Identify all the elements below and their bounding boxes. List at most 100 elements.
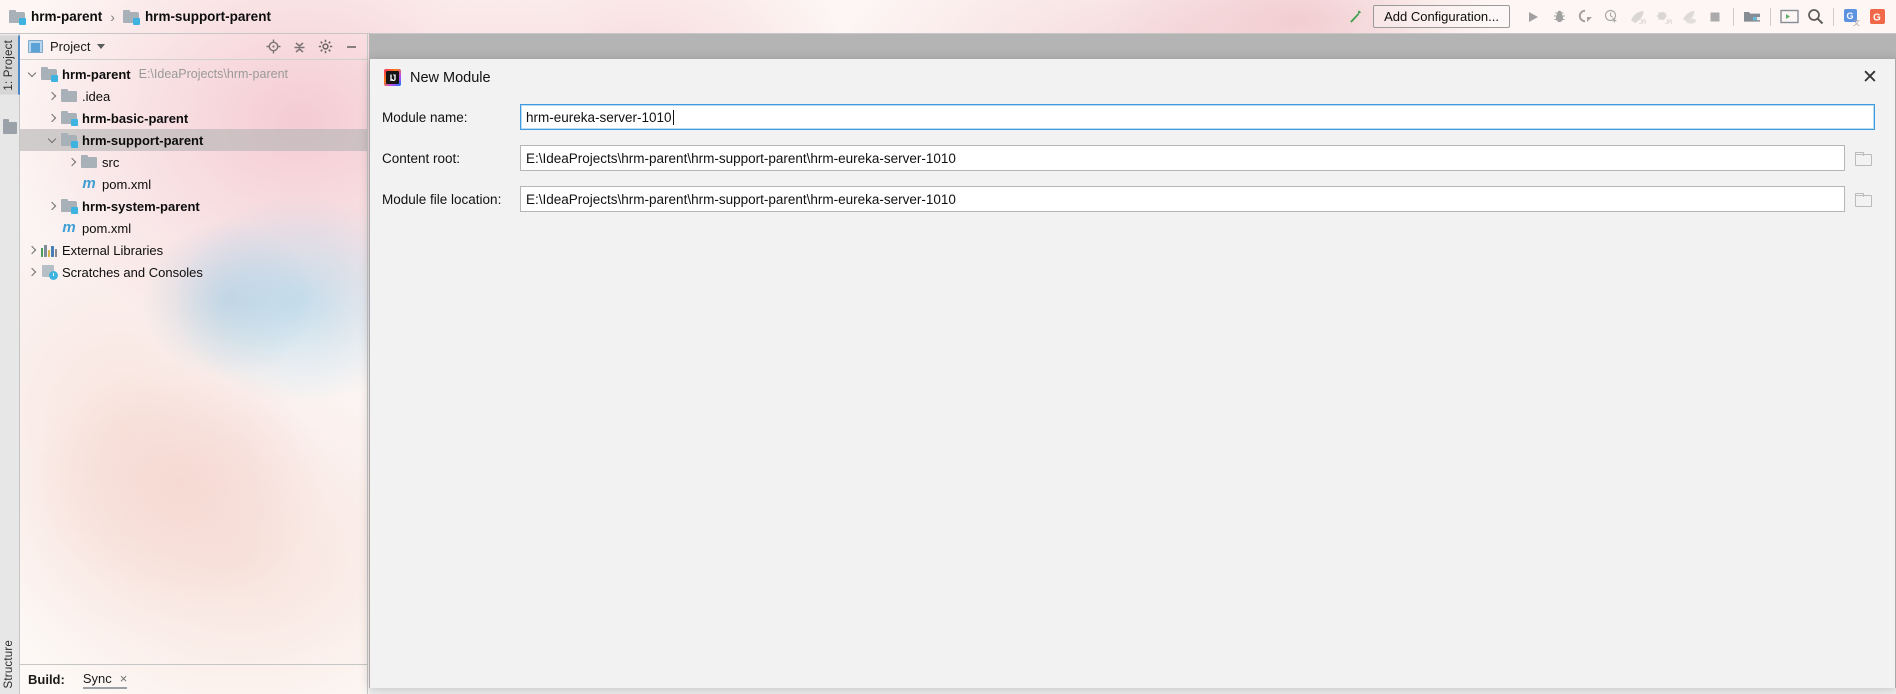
chevron-right-icon[interactable] [44, 113, 60, 123]
tree-label: .idea [82, 88, 111, 104]
module-file-location-value: E:\IdeaProjects\hrm-parent\hrm-support-p… [526, 191, 956, 207]
close-icon[interactable]: ✕ [1853, 63, 1887, 93]
tree-label: src [102, 154, 120, 170]
rocket-cloud-icon[interactable] [1676, 3, 1702, 31]
tree-row-hrm-basic-parent[interactable]: hrm-basic-parent [20, 107, 367, 129]
module-folder-icon [9, 9, 26, 25]
tree-label: pom.xml [82, 220, 132, 236]
coverage-icon[interactable] [1572, 3, 1598, 31]
tree-label: Scratches and Consoles [62, 264, 203, 280]
search-icon[interactable] [1802, 3, 1828, 31]
gear-icon[interactable] [313, 36, 337, 58]
new-module-dialog: IJ New Module ✕ Module name: hrm-eureka-… [369, 58, 1896, 688]
module-folder-icon [122, 9, 140, 25]
tree-row-hrm-support-parent[interactable]: hrm-support-parent [20, 129, 367, 151]
project-panel-header: Project [20, 34, 367, 60]
toolbar-divider [1733, 7, 1734, 26]
tree-row-external-libraries[interactable]: External Libraries [20, 239, 367, 261]
add-configuration-button[interactable]: Add Configuration... [1373, 5, 1510, 28]
clock-cursor-icon[interactable] [1598, 3, 1624, 31]
tree-row-hrm-system-parent[interactable]: hrm-system-parent [20, 195, 367, 217]
breadcrumb-item-project[interactable]: hrm-parent [9, 9, 102, 25]
collapse-all-icon[interactable] [287, 36, 311, 58]
hammer-icon[interactable] [1339, 7, 1369, 26]
toolbar-actions: Add Configuration... JR JR G 文 G [1339, 0, 1896, 34]
project-panel-title: Project [50, 39, 91, 54]
maven-icon: m [62, 219, 76, 236]
maven-icon: m [82, 175, 96, 192]
text-caret [672, 109, 674, 125]
chevron-right-icon[interactable] [44, 91, 60, 101]
play-icon[interactable] [1520, 3, 1546, 31]
module-file-location-label: Module file location: [382, 191, 502, 207]
content-root-value: E:\IdeaProjects\hrm-parent\hrm-support-p… [526, 150, 956, 166]
rocket-jr-icon[interactable]: JR [1624, 3, 1650, 31]
tool-tab-structure[interactable]: Structure [0, 636, 18, 692]
content-root-row: Content root: E:\IdeaProjects\hrm-parent… [382, 143, 1875, 173]
content-root-input[interactable]: E:\IdeaProjects\hrm-parent\hrm-support-p… [520, 145, 1845, 171]
chevron-down-icon[interactable] [44, 134, 60, 143]
module-folder-icon [60, 199, 78, 214]
locate-target-icon[interactable] [261, 36, 285, 58]
stop-square-icon[interactable] [1702, 3, 1728, 31]
tree-row-src[interactable]: src [20, 151, 367, 173]
tree-row-pom-support[interactable]: m pom.xml [20, 173, 367, 195]
module-folder-icon [40, 67, 58, 82]
module-file-location-row: Module file location: E:\IdeaProjects\hr… [382, 184, 1875, 214]
build-tool-window-bar: Build: Sync × [20, 664, 368, 694]
scratches-icon [40, 265, 58, 280]
chevron-down-icon[interactable] [24, 68, 40, 77]
project-panel-tools [261, 36, 367, 58]
module-name-row: Module name: hrm-eureka-server-1010 [382, 102, 1875, 132]
breadcrumb-item-module[interactable]: hrm-support-parent [122, 9, 271, 25]
tree-label: pom.xml [102, 176, 152, 192]
build-tab-label: Sync [82, 670, 112, 686]
tree-row-idea[interactable]: .idea [20, 85, 367, 107]
project-tab-icon [3, 119, 17, 134]
tree-label: hrm-parent [62, 66, 131, 82]
folder-browse-icon [1854, 193, 1872, 207]
chevron-right-icon[interactable] [64, 157, 80, 167]
dialog-titlebar: IJ New Module ✕ [370, 59, 1895, 96]
toolbar-divider [1833, 7, 1834, 26]
folder-icon [80, 155, 98, 169]
build-tab-sync[interactable]: Sync × [82, 670, 128, 689]
folder-icon [60, 89, 78, 103]
tool-tab-project[interactable]: 1: Project [0, 36, 20, 95]
ide-window: hrm-parent › hrm-support-parent Add Conf… [0, 0, 1896, 694]
svg-text:JR: JR [1639, 20, 1646, 25]
tree-row-scratches-and-consoles[interactable]: Scratches and Consoles [20, 261, 367, 283]
grep-icon[interactable]: G [1865, 3, 1891, 31]
project-tool-window: Project hrm-parent E:\IdeaProjects\hrm-p… [20, 34, 368, 694]
dialog-title: New Module [410, 69, 491, 86]
svg-text:JR: JR [1665, 20, 1672, 25]
tree-row-pom-root[interactable]: m pom.xml [20, 217, 367, 239]
terminal-icon[interactable] [1776, 3, 1802, 31]
tree-label: hrm-support-parent [82, 132, 204, 148]
chevron-right-icon[interactable] [24, 245, 40, 255]
project-view-icon [28, 40, 43, 53]
tree-label: hrm-system-parent [82, 198, 200, 214]
chevron-down-icon[interactable] [97, 44, 106, 49]
svg-text:G: G [1873, 12, 1881, 23]
project-tree: hrm-parent E:\IdeaProjects\hrm-parent .i… [20, 60, 367, 283]
tree-row-hrm-parent[interactable]: hrm-parent E:\IdeaProjects\hrm-parent [20, 63, 367, 85]
dialog-body: Module name: hrm-eureka-server-1010 Cont… [370, 96, 1895, 214]
tree-path: E:\IdeaProjects\hrm-parent [138, 67, 288, 81]
module-name-value: hrm-eureka-server-1010 [526, 109, 672, 125]
project-structure-icon[interactable] [1739, 3, 1765, 31]
bug-jr-icon[interactable]: JR [1650, 3, 1676, 31]
breadcrumb-separator-icon: › [110, 8, 115, 25]
translate-icon[interactable]: G 文 [1839, 3, 1865, 31]
module-name-input[interactable]: hrm-eureka-server-1010 [520, 104, 1875, 130]
chevron-right-icon[interactable] [24, 267, 40, 277]
main-toolbar: hrm-parent › hrm-support-parent Add Conf… [0, 0, 1896, 34]
content-root-browse-button[interactable] [1849, 145, 1875, 171]
module-file-location-input[interactable]: E:\IdeaProjects\hrm-parent\hrm-support-p… [520, 186, 1845, 212]
close-icon[interactable]: × [120, 671, 128, 686]
bug-icon[interactable] [1546, 3, 1572, 31]
module-file-location-browse-button[interactable] [1849, 186, 1875, 212]
minimize-icon[interactable] [339, 36, 363, 58]
chevron-right-icon[interactable] [44, 201, 60, 211]
build-label: Build: [28, 672, 65, 687]
